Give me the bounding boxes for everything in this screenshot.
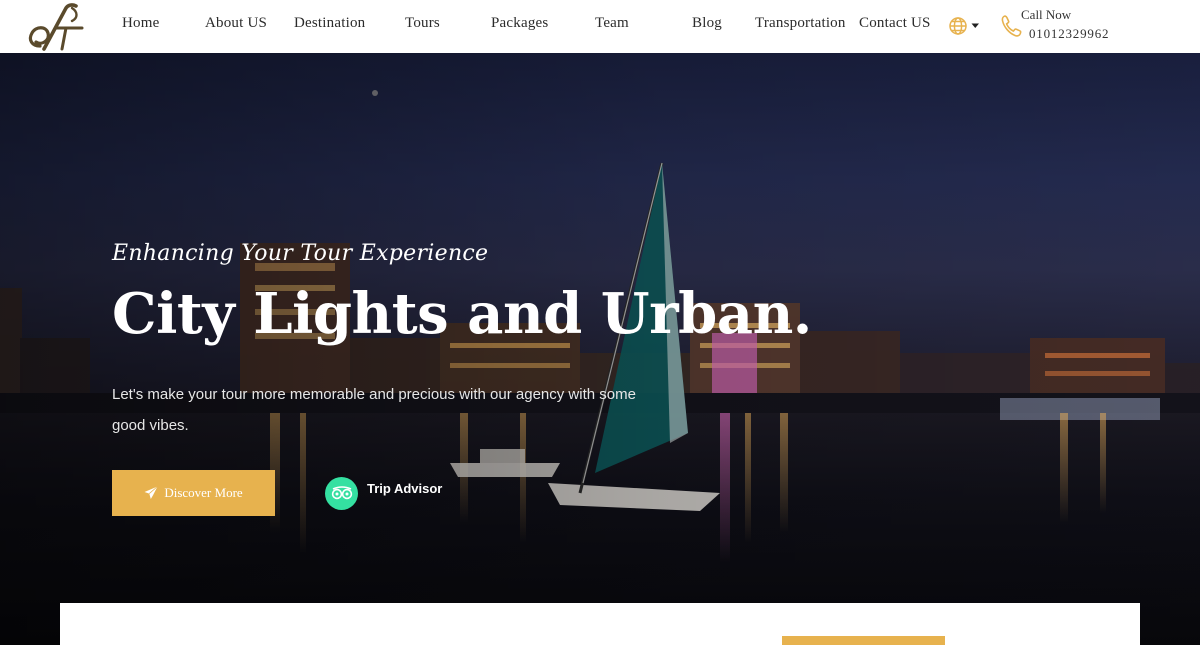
discover-more-label: Discover More (164, 485, 243, 500)
nav-contact-us[interactable]: Contact US (859, 15, 931, 32)
phone-number-link[interactable]: 01012329962 (1029, 26, 1109, 42)
nav-home[interactable]: Home (122, 15, 159, 32)
nav-destination[interactable]: Destination (294, 15, 365, 32)
caret-down-icon (971, 23, 979, 28)
site-header: Home About US Destination Tours Packages… (0, 0, 1200, 53)
search-card (60, 603, 1140, 645)
search-button[interactable] (782, 636, 945, 645)
hero-headline: City Lights and Urban. (112, 281, 812, 347)
nav-tours[interactable]: Tours (405, 15, 440, 32)
globe-icon (949, 17, 967, 35)
nav-about-us[interactable]: About US (205, 15, 267, 32)
nav-team[interactable]: Team (595, 15, 629, 32)
paper-plane-icon (144, 486, 159, 499)
hero-subtext: Let's make your tour more memorable and … (112, 386, 636, 434)
call-now-label: Call Now (1021, 7, 1072, 22)
hero-section: Enhancing Your Tour Experience City Ligh… (0, 53, 1200, 645)
phone-icon (1001, 15, 1022, 37)
hero-tagline: Enhancing Your Tour Experience (112, 241, 489, 266)
trip-advisor-link[interactable]: Trip Advisor (325, 476, 442, 510)
discover-more-button[interactable]: Discover More (112, 470, 275, 516)
monogram-logo-icon (28, 3, 84, 51)
tripadvisor-owl-icon (325, 476, 358, 510)
nav-transportation[interactable]: Transportation (755, 15, 846, 32)
site-logo[interactable] (26, 2, 88, 52)
language-selector[interactable] (948, 15, 982, 37)
trip-advisor-label: Trip Advisor (367, 480, 443, 496)
nav-packages[interactable]: Packages (491, 15, 548, 32)
nav-blog[interactable]: Blog (692, 15, 722, 32)
